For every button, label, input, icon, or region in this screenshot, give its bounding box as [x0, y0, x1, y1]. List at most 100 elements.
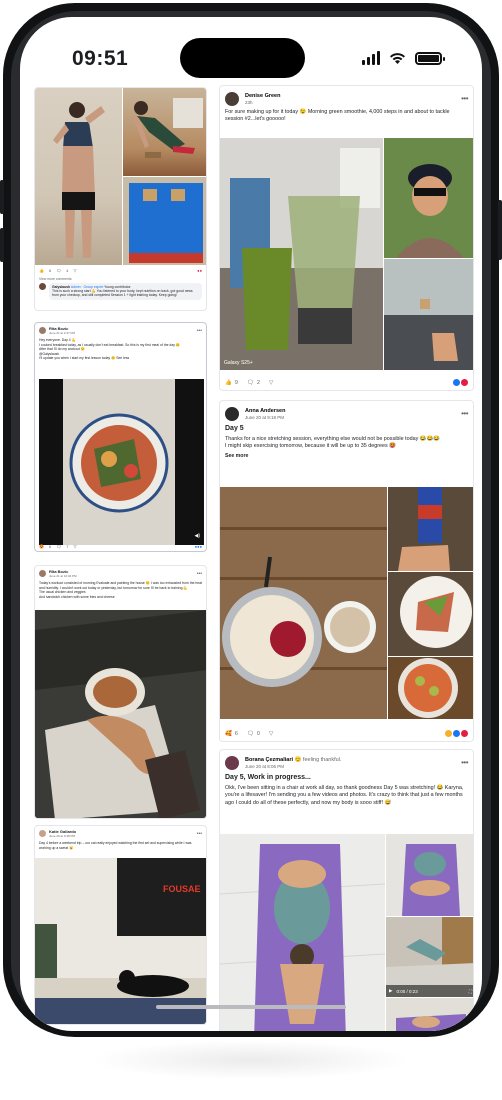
post-b-header: Rita Bozic June 21 at 2:47 PM ••• — [35, 323, 206, 338]
post-text: Today's workout consisted of morning Eva… — [39, 581, 203, 599]
photo-thumbs-up[interactable] — [384, 259, 473, 370]
photo-dinner-plate[interactable] — [35, 610, 206, 818]
post-card-denise[interactable]: Denise Green 23h ••• For sure making up … — [219, 85, 474, 391]
author-name[interactable]: Denise Green — [245, 93, 280, 99]
reaction-icons: ●●● — [194, 544, 202, 549]
comment-icon[interactable]: 🗨 — [56, 268, 61, 273]
photo-selfie-cap[interactable] — [384, 138, 473, 258]
post-time[interactable]: June 21 at 10:04 PM — [49, 574, 77, 578]
post-card-c[interactable]: Rita Bozic June 21 at 10:04 PM ••• Today… — [34, 565, 207, 819]
photo-pasta-bowl[interactable] — [388, 657, 473, 719]
reaction-count: 6 — [234, 730, 238, 737]
comment-bubble: Galyslaush Admin · Group expert Young co… — [49, 283, 202, 300]
view-more-comments-link[interactable]: View more comments — [35, 277, 76, 282]
post-time[interactable]: 23h — [245, 100, 280, 105]
play-icon[interactable]: ▶ — [389, 988, 392, 994]
photo-yoga-childs-pose[interactable] — [220, 834, 385, 1031]
post-d-header: Katie Gallardo June 20 at 9:38 PM ••• — [35, 826, 206, 841]
reaction-icons — [453, 379, 468, 386]
reaction-count: 9 — [234, 379, 238, 386]
author-name[interactable]: Borana Çezmaliari — [245, 757, 293, 763]
share-icon[interactable]: ▽ — [269, 380, 273, 386]
post-card-b[interactable]: Rita Bozic June 21 at 2:47 PM ••• Hey ev… — [34, 322, 207, 552]
status-icons — [362, 51, 445, 65]
comment-count: 2 — [256, 379, 260, 386]
share-icon[interactable]: ▽ — [74, 544, 77, 549]
photo-food-bowl[interactable]: ◀) — [39, 379, 204, 545]
photo-salad-plate[interactable] — [388, 572, 473, 656]
post-c-header: Rita Bozic June 21 at 10:04 PM ••• — [35, 566, 206, 581]
more-options-icon[interactable]: ••• — [197, 328, 202, 334]
post-header: Anna Andersen June 20 at 9:18 PM ••• — [220, 401, 473, 424]
post-time[interactable]: June 21 at 2:47 PM — [49, 331, 75, 335]
video-controls: ▶ 0:00 / 0:23 ⛶ — [386, 985, 473, 997]
post-actions: 👍 9 🗨 2 ▽ — [220, 375, 473, 390]
avatar[interactable] — [39, 830, 46, 837]
photo-yoga-floor[interactable] — [386, 998, 473, 1031]
post-text: Day 4 before a weekend trip – our cat re… — [39, 841, 192, 850]
more-options-icon[interactable]: ••• — [461, 759, 468, 767]
post-card-d[interactable]: Katie Gallardo June 20 at 9:38 PM ••• Da… — [34, 825, 207, 1025]
like-icon[interactable]: 😍 — [39, 544, 44, 549]
photo-green-smoothie[interactable]: Galaxy S25+ — [220, 138, 383, 370]
cellular-signal-icon — [362, 51, 380, 65]
more-options-icon[interactable]: ••• — [197, 831, 202, 837]
see-more-link[interactable]: See more — [220, 451, 473, 461]
comment-text: This is such a strong start 💪 You listen… — [52, 289, 193, 298]
more-options-icon[interactable]: ••• — [461, 95, 468, 103]
post-text: For sure making up for it today 😉 Mornin… — [225, 109, 450, 123]
phone-screen: 09:51 👍 6 🗨 4 ▽ ●● View more comments Ga… — [20, 17, 482, 1031]
comment-icon[interactable]: 🗨 — [247, 731, 254, 737]
volume-down-button — [0, 228, 4, 262]
comment-icon[interactable]: 🗨 — [247, 380, 254, 386]
photo-woman-standing[interactable] — [35, 88, 122, 265]
comment-icon[interactable]: 🗨 — [56, 544, 61, 549]
more-options-icon[interactable]: ••• — [197, 571, 202, 577]
feeling-text: feeling thankful. — [302, 757, 342, 763]
photo-watermark: Galaxy S25+ — [224, 360, 253, 366]
post-title: Day 5 — [225, 425, 244, 432]
reaction-icons — [445, 730, 468, 737]
post-header: Borana Çezmaliari 😊 feeling thankful. Ju… — [220, 750, 473, 773]
avatar[interactable] — [39, 327, 46, 334]
status-time: 09:51 — [72, 47, 129, 70]
avatar[interactable] — [225, 92, 239, 106]
like-icon[interactable]: 👍 — [39, 268, 44, 273]
post-b-comment-count: 7 — [66, 544, 69, 549]
post-a-reaction-count: 6 — [48, 268, 52, 273]
post-b-reaction-count: 6 — [48, 544, 52, 549]
post-time[interactable]: June 20 at 9:18 PM — [245, 415, 285, 420]
post-header: Denise Green 23h ••• — [220, 86, 473, 109]
share-icon[interactable]: ▽ — [74, 268, 77, 273]
post-card-borana[interactable]: Borana Çezmaliari 😊 feeling thankful. Ju… — [219, 749, 474, 1031]
bike-brand-label: FOUSAE — [163, 884, 201, 894]
photo-yoga-mat[interactable] — [123, 177, 206, 265]
comment-count: 0 — [256, 730, 260, 737]
like-icon[interactable]: 👍 — [225, 380, 232, 386]
post-text: Okk, I've been sitting in a chair at wor… — [225, 785, 464, 806]
care-reaction-icon[interactable]: 🥰 — [225, 731, 232, 737]
post-card-a[interactable]: 👍 6 🗨 4 ▽ ●● View more comments Galyslau… — [34, 87, 207, 311]
photo-energy-drink[interactable] — [388, 487, 473, 571]
share-icon[interactable]: ▽ — [269, 731, 273, 737]
phone-shadow — [90, 1040, 412, 1080]
photo-cat-bike[interactable]: FOUSAE — [35, 858, 206, 1024]
post-time[interactable]: June 20 at 8:06 PM — [245, 764, 341, 769]
volume-icon[interactable]: ◀) — [194, 533, 200, 539]
photo-yoga-twist[interactable] — [386, 834, 473, 916]
author-name[interactable]: Anna Andersen — [245, 408, 285, 414]
more-options-icon[interactable]: ••• — [461, 410, 468, 418]
post-time[interactable]: June 20 at 9:38 PM — [49, 834, 76, 838]
avatar[interactable] — [225, 407, 239, 421]
post-card-anna[interactable]: Anna Andersen June 20 at 9:18 PM ••• Day… — [219, 400, 474, 742]
home-indicator[interactable] — [156, 1005, 346, 1009]
post-a-comment-count: 4 — [66, 268, 69, 273]
fullscreen-icon[interactable]: ⛶ — [469, 989, 472, 994]
battery-icon — [415, 51, 445, 65]
video-time: 0:00 / 0:23 — [396, 988, 418, 994]
photo-yogurt-raspberries[interactable] — [220, 487, 387, 719]
avatar[interactable] — [39, 570, 46, 577]
avatar[interactable] — [225, 756, 239, 770]
photo-woman-stretching[interactable] — [123, 88, 206, 176]
video-yoga-stretch[interactable]: ▶ 0:00 / 0:23 ⛶ — [386, 917, 473, 997]
